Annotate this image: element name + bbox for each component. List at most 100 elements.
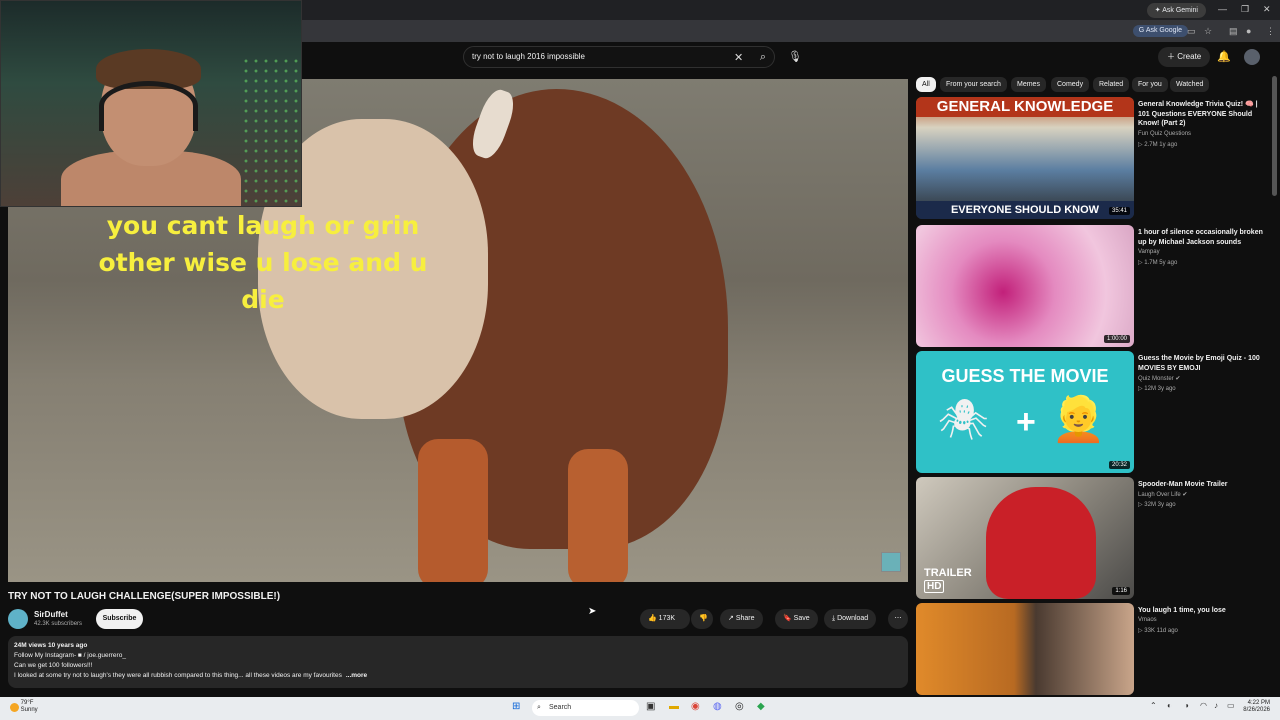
recommendation-item[interactable]: GENERAL KNOWLEDGE EVERYONE SHOULD KNOW 3… <box>916 97 1276 219</box>
app-icon[interactable]: ◆ <box>757 701 765 712</box>
recommendation-item[interactable]: You laugh 1 time, you lose Vmaos ▷ 33K 1… <box>916 603 1276 695</box>
search-icon[interactable]: ⌕ <box>754 48 772 66</box>
save-label: Save <box>793 615 810 622</box>
like-button[interactable]: 👍 173K <box>640 609 690 629</box>
wifi-icon[interactable]: ◠ <box>1200 701 1207 710</box>
dislike-button[interactable]: 👎 <box>691 609 713 629</box>
discord-icon[interactable]: ◍ <box>713 701 722 712</box>
tray-overflow-icon[interactable]: ⌃ <box>1150 701 1157 710</box>
download-button[interactable]: ⤓ Download <box>824 609 877 629</box>
channel-name[interactable]: SirDuffet <box>34 610 68 619</box>
notifications-bell-icon[interactable]: 🔔 <box>1217 50 1231 63</box>
chrome-icon[interactable]: ◉ <box>691 701 700 712</box>
video-description[interactable]: 24M views 10 years ago Follow My Instagr… <box>8 636 908 688</box>
video-thumbnail[interactable]: GENERAL KNOWLEDGE EVERYONE SHOULD KNOW 3… <box>916 97 1134 219</box>
task-view-icon[interactable]: ▣ <box>646 701 655 712</box>
like-count: 173K <box>658 615 676 622</box>
create-button[interactable]: ＋ Create <box>1158 47 1211 67</box>
channel-avatar[interactable] <box>8 609 28 629</box>
recommendation-item[interactable]: GUESS THE MOVIE 🕷 + 👱 20:32 Guess the Mo… <box>916 351 1276 473</box>
chip-comedy[interactable]: Comedy <box>1051 77 1090 92</box>
tray-app-icon[interactable]: ◑ <box>1184 701 1189 710</box>
microphone-icon[interactable]: 🎙 <box>786 48 804 66</box>
tray-app-icon[interactable]: ◐ <box>1167 701 1172 710</box>
plus-icon: + <box>1016 403 1036 441</box>
thumbnail-text: EVERYONE SHOULD KNOW <box>916 201 1134 219</box>
save-button[interactable]: 🔖 Save <box>775 609 818 629</box>
recommendation-channel[interactable]: Laugh Over Life ✔ <box>1138 491 1187 498</box>
search-icon: ⌕ <box>537 704 541 711</box>
recommendation-channel[interactable]: Vmaos <box>1138 617 1157 623</box>
chip-all[interactable]: All <box>916 77 936 92</box>
profile-icon[interactable]: ● <box>1246 26 1251 36</box>
recommendation-meta: ▷ 1.7M 5y ago <box>1138 260 1178 266</box>
thumbnail-text: TRAILER <box>924 567 972 579</box>
show-more-link[interactable]: ...more <box>346 672 367 679</box>
battery-icon[interactable]: ▭ <box>1227 701 1235 710</box>
recommendation-title[interactable]: 1 hour of silence occasionally broken up… <box>1138 228 1270 247</box>
weather-widget[interactable]: 79°F Sunny <box>10 700 38 714</box>
restore-icon[interactable]: ❐ <box>1241 4 1249 15</box>
create-label: Create <box>1177 52 1202 61</box>
channel-watermark[interactable] <box>881 552 901 572</box>
bookmark-star-icon[interactable]: ☆ <box>1204 26 1212 37</box>
recommendation-channel[interactable]: Quiz Monster ✔ <box>1138 375 1180 382</box>
recommendation-meta: ▷ 2.7M 1y ago <box>1138 142 1178 148</box>
video-thumbnail[interactable] <box>916 603 1134 695</box>
chip-watched[interactable]: Watched <box>1170 77 1210 92</box>
windows-taskbar <box>0 697 1280 720</box>
video-caption-overlay: you cant laugh or grin other wise u lose… <box>98 211 428 314</box>
share-button[interactable]: ↗ Share <box>720 609 763 629</box>
thumbs-up-icon: 👍 <box>648 615 657 622</box>
hd-badge: HD <box>924 580 945 593</box>
chip-related[interactable]: Related <box>1093 77 1130 92</box>
save-icon: 🔖 <box>783 615 792 622</box>
weather-temp: 79°F <box>20 700 34 706</box>
close-window-icon[interactable]: ✕ <box>1263 4 1271 15</box>
taskbar-clock[interactable]: 4:22 PM 8/26/2026 <box>1243 700 1270 714</box>
video-duration: 1:16 <box>1112 587 1130 595</box>
recommendation-title[interactable]: General Knowledge Trivia Quiz! 🧠 | 101 Q… <box>1138 100 1270 129</box>
spider-icon: 🕷 <box>938 398 989 442</box>
recommendation-channel[interactable]: Fun Quiz Questions <box>1138 131 1191 137</box>
minimize-icon[interactable]: — <box>1218 4 1227 14</box>
scrollbar-thumb[interactable] <box>1272 76 1277 196</box>
recommendation-title[interactable]: Guess the Movie by Emoji Quiz - 100 MOVI… <box>1138 354 1270 373</box>
clear-search-icon[interactable]: ✕ <box>734 51 743 64</box>
video-thumbnail[interactable]: GUESS THE MOVIE 🕷 + 👱 20:32 <box>916 351 1134 473</box>
volume-icon[interactable]: ♪ <box>1214 701 1218 710</box>
video-thumbnail[interactable]: 1:00:00 <box>916 225 1134 347</box>
recommendation-item[interactable]: TRAILER HD 1:16 Spooder-Man Movie Traile… <box>916 477 1276 599</box>
chip-from-your-search[interactable]: From your search <box>940 77 1007 92</box>
windows-start-icon[interactable]: ⊞ <box>512 701 520 712</box>
ask-google-button[interactable]: G Ask Google <box>1132 25 1188 37</box>
subscribe-button[interactable]: Subscribe <box>96 609 143 629</box>
webcam-lights <box>241 56 301 206</box>
more-actions-button[interactable]: ⋯ <box>888 609 908 629</box>
video-duration: 20:32 <box>1108 461 1130 469</box>
chip-for-you[interactable]: For you <box>1132 77 1168 92</box>
ask-gemini-label: Ask Gemini <box>1162 7 1198 14</box>
cast-icon[interactable]: ▭ <box>1187 26 1196 37</box>
ask-gemini-button[interactable]: ✦ Ask Gemini <box>1146 3 1206 18</box>
taskbar-search[interactable]: ⌕ Search <box>532 700 639 716</box>
recommendation-item[interactable]: 1:00:00 1 hour of silence occasionally b… <box>916 225 1276 347</box>
video-frame-cow-leg <box>418 439 488 582</box>
share-label: Share <box>735 615 755 622</box>
video-thumbnail[interactable]: TRAILER HD 1:16 <box>916 477 1134 599</box>
browser-menu-icon[interactable]: ⋮ <box>1266 26 1275 37</box>
search-input[interactable]: try not to laugh 2016 impossible ✕ <box>463 46 775 68</box>
recommendation-title[interactable]: You laugh 1 time, you lose <box>1138 606 1270 616</box>
file-explorer-icon[interactable]: ▬ <box>669 701 679 712</box>
weather-desc: Sunny <box>20 707 38 713</box>
man-emoji-icon: 👱 <box>1051 395 1106 444</box>
recommendation-meta: ▷ 32M 3y ago <box>1138 502 1176 508</box>
extensions-icon[interactable]: ▤ <box>1229 26 1238 37</box>
account-avatar[interactable] <box>1244 49 1260 65</box>
thumbnail-text: GENERAL KNOWLEDGE <box>916 97 1134 117</box>
recommendation-title[interactable]: Spooder-Man Movie Trailer <box>1138 480 1270 490</box>
thumbs-down-icon: 👎 <box>699 615 708 622</box>
obs-icon[interactable]: ◎ <box>735 701 744 712</box>
recommendation-channel[interactable]: Vampay <box>1138 249 1160 255</box>
chip-memes[interactable]: Memes <box>1011 77 1046 92</box>
